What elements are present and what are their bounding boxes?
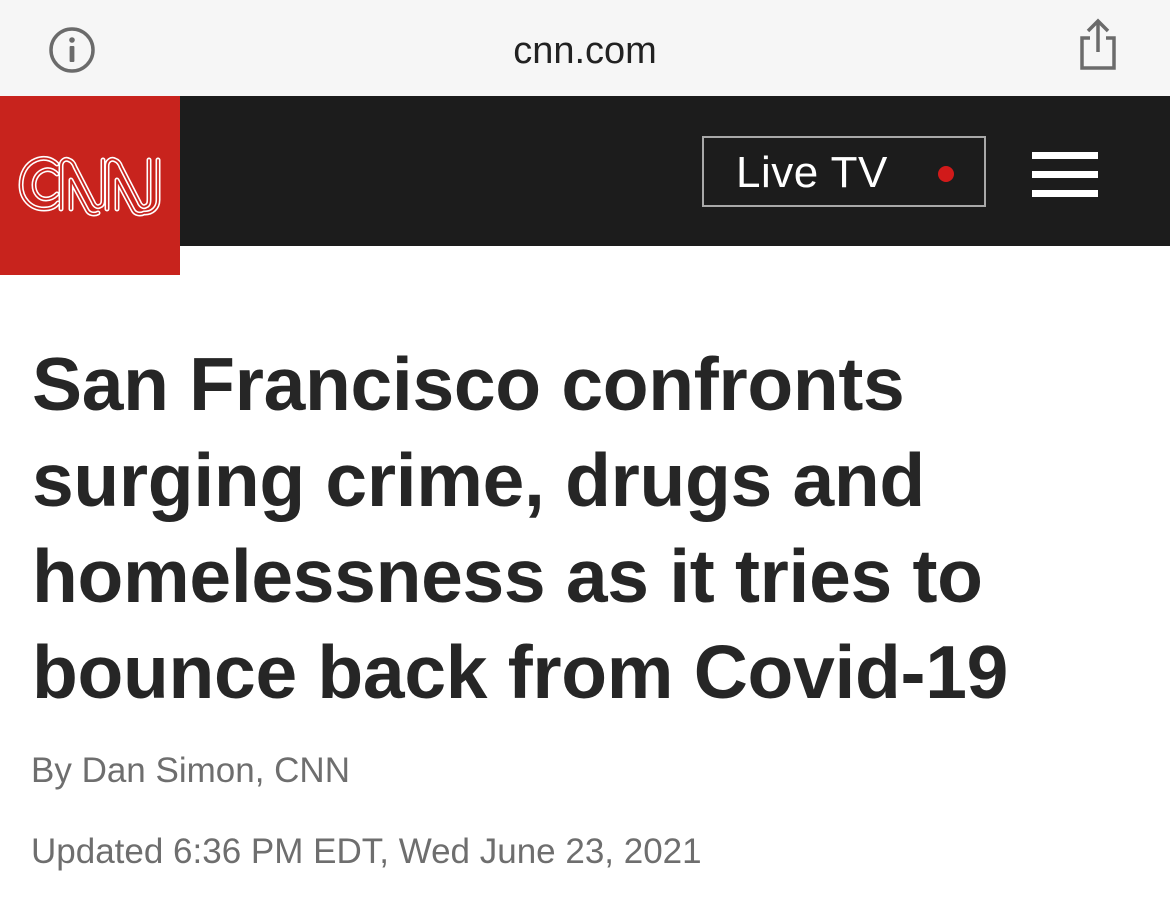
live-tv-button[interactable]: Live TV — [702, 136, 986, 207]
cnn-logo-mark — [18, 155, 161, 217]
hamburger-menu-icon[interactable] — [1032, 152, 1098, 198]
cnn-logo[interactable] — [0, 96, 180, 275]
headline-line: homelessness as it tries to — [32, 534, 983, 618]
headline-line: San Francisco confronts — [32, 342, 905, 426]
article-byline[interactable]: By Dan Simon, CNN — [31, 750, 350, 792]
headline-line: surging crime, drugs and — [32, 438, 925, 522]
live-indicator-dot — [938, 166, 954, 182]
article-timestamp: Updated 6:36 PM EDT, Wed June 23, 2021 — [31, 832, 702, 871]
share-icon[interactable] — [1076, 18, 1120, 72]
browser-address-bar: cnn.com — [0, 0, 1170, 96]
url-text[interactable]: cnn.com — [0, 28, 1170, 74]
menu-bar-top — [1032, 152, 1098, 159]
headline-line: bounce back from Covid-19 — [32, 630, 1009, 714]
menu-bar-middle — [1032, 171, 1098, 178]
live-tv-label: Live TV — [736, 148, 888, 197]
menu-bar-bottom — [1032, 190, 1098, 197]
article-headline: San Francisco confronts surging crime, d… — [32, 336, 1142, 720]
